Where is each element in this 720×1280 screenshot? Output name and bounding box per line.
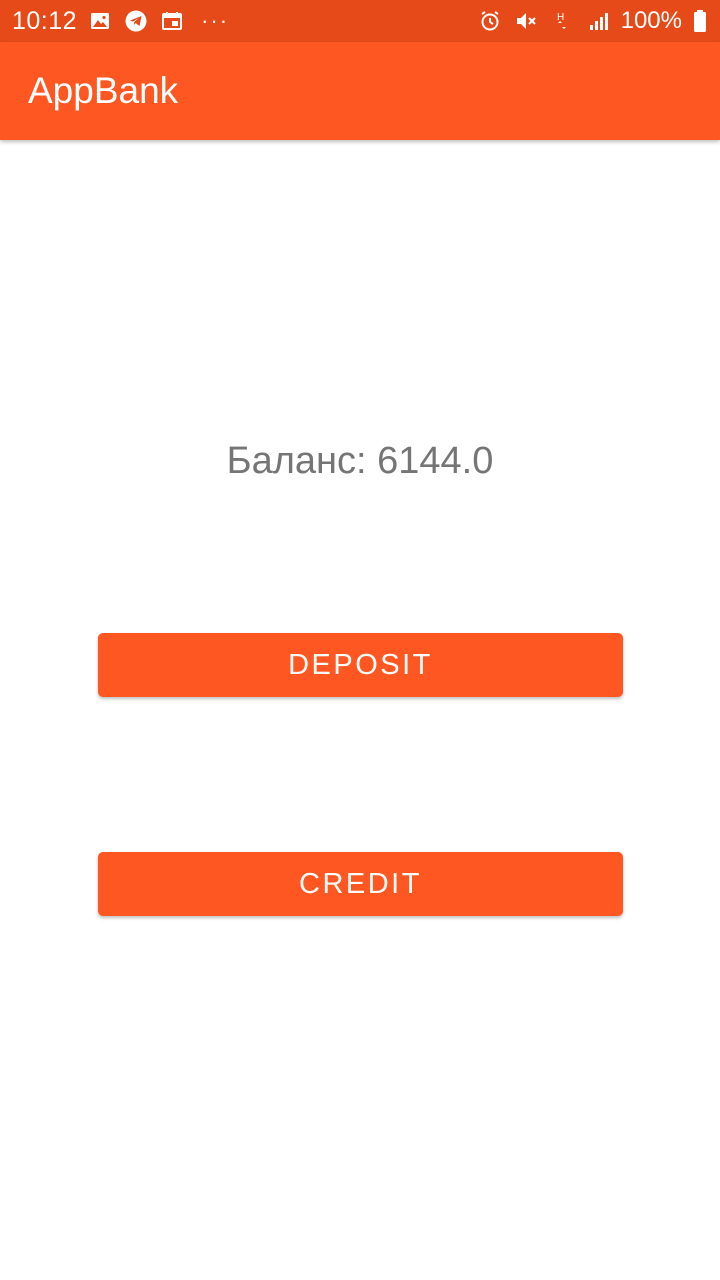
signal-icon xyxy=(585,8,611,34)
deposit-button[interactable]: DEPOSIT xyxy=(98,633,623,697)
calendar-icon xyxy=(159,8,185,34)
network-h-icon: H xyxy=(549,8,575,34)
app-bar: AppBank xyxy=(0,42,720,140)
alarm-icon xyxy=(477,8,503,34)
balance-label: Баланс: 6144.0 xyxy=(226,440,494,482)
battery-icon xyxy=(692,8,708,34)
status-right: H 100% xyxy=(477,7,708,35)
mute-icon xyxy=(513,8,539,34)
app-title: AppBank xyxy=(28,70,179,111)
telegram-icon xyxy=(123,8,149,34)
app-screen: 10:12 ··· H 100% AppBank Баланс: 6144.0 … xyxy=(0,0,720,1280)
status-left: 10:12 ··· xyxy=(12,7,229,36)
svg-text:H: H xyxy=(557,12,564,23)
status-bar: 10:12 ··· H 100% xyxy=(0,0,720,42)
status-time: 10:12 xyxy=(12,6,78,35)
battery-percent: 100% xyxy=(620,7,682,34)
credit-button[interactable]: CREDIT xyxy=(98,852,623,916)
image-icon xyxy=(87,8,113,34)
more-notifications-icon: ··· xyxy=(201,8,230,33)
